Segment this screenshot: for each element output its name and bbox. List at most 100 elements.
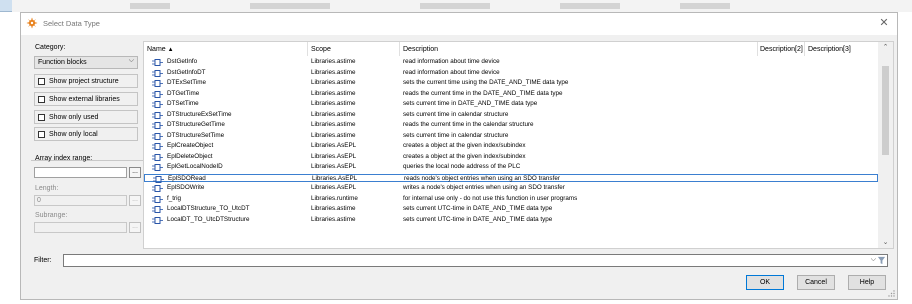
checkbox-box[interactable] xyxy=(38,96,45,103)
ok-button[interactable]: OK xyxy=(746,275,784,290)
filter-clear-icon[interactable] xyxy=(877,256,886,265)
row-scope: Libraries.AsEPL xyxy=(311,152,357,160)
row-scope: Libraries.astime xyxy=(311,79,356,86)
row-name: EplCreateObject xyxy=(167,142,214,149)
table-row[interactable]: LocalDTStructure_TO_UtcDT Libraries.astim… xyxy=(144,205,878,214)
row-scope: Libraries.astime xyxy=(311,121,356,128)
function-block-icon xyxy=(152,59,163,66)
length-input: 0 xyxy=(34,195,127,206)
column-header-scope[interactable]: Scope xyxy=(311,46,331,53)
row-description: sets current time in calendar structure xyxy=(403,110,509,118)
checkbox-label: Show project structure xyxy=(49,78,119,85)
row-description: sets current UTC-time in DATE_AND_TIME d… xyxy=(403,215,553,223)
row-description: creates a object at the given index/subi… xyxy=(403,152,526,160)
array-index-label: Array index range: xyxy=(35,155,93,162)
table-row[interactable]: DTStructureSetTime Libraries.astime sets c… xyxy=(144,132,878,141)
table-row[interactable]: EplSDOWrite Libraries.AsEPL writes a node'… xyxy=(144,184,878,193)
column-divider[interactable] xyxy=(307,42,308,56)
row-scope: Libraries.astime xyxy=(311,58,356,65)
function-block-icon xyxy=(152,185,163,192)
function-block-icon xyxy=(152,122,163,129)
column-divider[interactable] xyxy=(804,42,805,56)
show-only-used-checkbox[interactable]: Show only used xyxy=(34,110,138,124)
table-row[interactable]: EplCreateObject Libraries.AsEPL creates a … xyxy=(144,142,878,151)
function-block-icon xyxy=(152,69,163,77)
row-scope: Libraries.runtime xyxy=(311,194,358,202)
row-scope: Libraries.astime xyxy=(311,100,356,107)
function-block-icon xyxy=(152,80,163,87)
column-header-description[interactable]: Description xyxy=(403,46,438,53)
table-row[interactable]: DstGetInfo Libraries.astime read informati… xyxy=(144,58,878,67)
row-name: EplDeleteObject xyxy=(167,152,213,160)
scrollbar-thumb[interactable] xyxy=(882,66,889,155)
checkbox-label: Show only used xyxy=(49,114,99,121)
sort-ascending-icon: ▲ xyxy=(167,47,174,53)
table-row[interactable]: EplSDORead Libraries.AsEPL reads node's ob… xyxy=(144,173,878,183)
category-select[interactable]: Function blocks ⌵ xyxy=(34,56,138,69)
row-scope: Libraries.astime xyxy=(311,68,356,76)
data-type-list[interactable]: Name ▲ Scope Description Description[2] … xyxy=(143,41,894,249)
show-external-libraries-checkbox[interactable]: Show external libraries xyxy=(34,92,138,106)
show-only-local-checkbox[interactable]: Show only local xyxy=(34,127,138,141)
column-divider[interactable] xyxy=(757,42,758,56)
background-corner xyxy=(0,0,12,12)
table-row[interactable]: DTStructureExSetTime Libraries.astime sets… xyxy=(144,111,878,120)
cancel-button[interactable]: Cancel xyxy=(797,275,835,290)
subrange-input xyxy=(34,222,127,233)
filter-input[interactable]: ⌵ xyxy=(63,254,888,267)
filter-label: Filter: xyxy=(34,257,52,264)
help-button[interactable]: Help xyxy=(848,275,886,290)
function-block-icon xyxy=(152,111,163,119)
checkbox-box[interactable] xyxy=(38,78,45,85)
background-element xyxy=(560,3,620,9)
resize-grip-icon[interactable] xyxy=(887,289,895,297)
row-description: writes a node's object entries when usin… xyxy=(403,184,565,191)
length-browse-button: ... xyxy=(129,195,141,206)
checkbox-box[interactable] xyxy=(38,131,45,138)
column-header-name[interactable]: Name ▲ xyxy=(147,46,174,53)
row-scope: Libraries.astime xyxy=(311,215,356,223)
row-name: DTStructureExSetTime xyxy=(167,110,232,118)
automation-studio-icon xyxy=(26,17,38,29)
table-row[interactable]: EplGetLocalNodeID Libraries.AsEPL queries … xyxy=(144,163,878,172)
table-row[interactable]: DTSetTime Libraries.astime sets current ti… xyxy=(144,100,878,109)
row-scope: Libraries.AsEPL xyxy=(311,142,357,149)
function-block-icon xyxy=(152,153,163,161)
array-index-input[interactable] xyxy=(34,167,127,178)
vertical-scrollbar[interactable]: ⌃ ⌄ xyxy=(878,42,893,248)
column-header-label: Name xyxy=(147,46,166,53)
table-row[interactable]: DTExSetTime Libraries.astime sets the curr… xyxy=(144,79,878,88)
row-name: EplSDOWrite xyxy=(167,184,205,191)
column-divider[interactable] xyxy=(399,42,400,56)
close-icon[interactable]: ✕ xyxy=(877,16,891,30)
row-scope: Libraries.AsEPL xyxy=(312,174,358,182)
array-index-browse-button[interactable]: ... xyxy=(129,167,141,178)
chevron-down-icon[interactable]: ⌵ xyxy=(871,256,876,264)
row-scope: Libraries.astime xyxy=(311,89,356,97)
table-row[interactable]: DTStructureGetTime Libraries.astime reads … xyxy=(144,121,878,130)
row-description: for internal use only - do not use this … xyxy=(403,194,578,202)
scroll-up-icon[interactable]: ⌃ xyxy=(880,43,891,51)
table-row[interactable]: DstGetInfoDT Libraries.astime read informa… xyxy=(144,69,878,78)
column-header-description-2[interactable]: Description[2] xyxy=(760,46,803,53)
table-row[interactable]: DTGetTime Libraries.astime reads the curre… xyxy=(144,90,878,99)
scroll-down-icon[interactable]: ⌄ xyxy=(880,238,891,246)
row-name: DTExSetTime xyxy=(167,79,206,86)
row-description: read information about time device xyxy=(403,58,500,65)
checkbox-label: Show only local xyxy=(49,131,98,138)
table-row[interactable]: EplDeleteObject Libraries.AsEPL creates a … xyxy=(144,153,878,162)
row-name: EplSDORead xyxy=(168,174,206,182)
row-scope: Libraries.astime xyxy=(311,205,356,212)
row-description: read information about time device xyxy=(403,68,500,76)
chevron-down-icon: ⌵ xyxy=(128,57,134,64)
dialog-title: Select Data Type xyxy=(43,19,100,28)
table-row[interactable]: LocalDT_TO_UtcDTStructure Libraries.astim… xyxy=(144,216,878,225)
background-window-strip xyxy=(0,0,912,12)
checkbox-box[interactable] xyxy=(38,114,45,121)
show-project-structure-checkbox[interactable]: Show project structure xyxy=(34,74,138,88)
table-row[interactable]: f_trig Libraries.runtime for internal use … xyxy=(144,195,878,204)
row-description: sets the current time using the DATE_AND… xyxy=(403,79,569,86)
list-header: Name ▲ Scope Description Description[2] … xyxy=(144,42,878,56)
column-header-description-3[interactable]: Description[3] xyxy=(808,46,851,53)
row-name: DTStructureGetTime xyxy=(167,121,225,128)
